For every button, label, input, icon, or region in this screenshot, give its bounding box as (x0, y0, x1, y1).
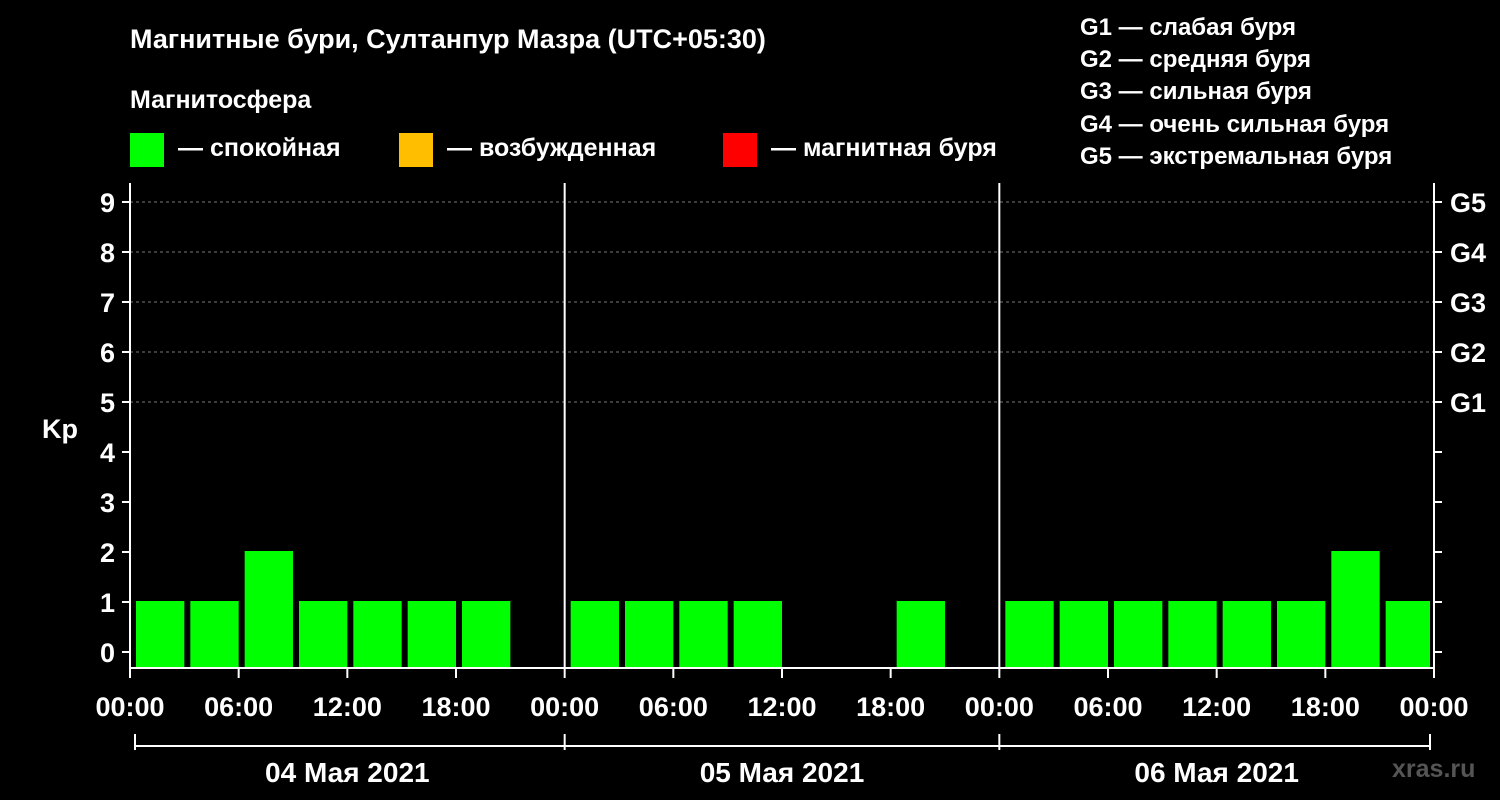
x-tick-label: 12:00 (1182, 692, 1251, 722)
kp-bar (299, 601, 348, 668)
y-tick-label: 5 (100, 388, 115, 418)
kp-bar (1168, 601, 1217, 668)
kp-bar (1222, 601, 1271, 668)
y-tick-label: 9 (100, 188, 115, 218)
kp-bar (244, 551, 293, 668)
y-tick-label: 4 (100, 438, 115, 468)
day-label: 05 Мая 2021 (700, 757, 865, 788)
plot-frame (129, 183, 1435, 669)
y-tick-label: 3 (100, 488, 115, 518)
kp-bar (896, 601, 945, 668)
g-axis-label-g5: G5 (1450, 188, 1486, 218)
x-tick-label: 12:00 (747, 692, 816, 722)
y-tick-label: 7 (100, 288, 115, 318)
kp-bar (1059, 601, 1108, 668)
y-tick-label: 0 (100, 638, 115, 668)
y-tick-label: 1 (100, 588, 115, 618)
kp-bar (190, 601, 239, 668)
x-tick-label: 00:00 (95, 692, 164, 722)
x-tick-label: 18:00 (421, 692, 490, 722)
day-label: 06 Мая 2021 (1134, 757, 1299, 788)
kp-bar (1331, 551, 1380, 668)
kp-chart: 0 1 2 3 4 5 6 7 8 9 Kp G1 G2 G3 G4 G5 00:00 06:00 12:00 18:… (42, 183, 1486, 788)
x-tick-label: 18:00 (856, 692, 925, 722)
x-tick-label: 06:00 (1073, 692, 1142, 722)
x-tick-label: 00:00 (1399, 692, 1468, 722)
g-axis-label-g4: G4 (1450, 238, 1486, 268)
kp-bar (570, 601, 619, 668)
x-tick-label: 06:00 (204, 692, 273, 722)
x-tick-label: 00:00 (530, 692, 599, 722)
kp-bar (136, 601, 185, 668)
x-tick-label: 12:00 (313, 692, 382, 722)
kp-bar (1005, 601, 1054, 668)
kp-bar (407, 601, 456, 668)
watermark: xras.ru (1392, 755, 1476, 783)
x-tick-label: 06:00 (639, 692, 708, 722)
kp-bar (1114, 601, 1163, 668)
x-tick-label: 00:00 (965, 692, 1034, 722)
kp-bar (353, 601, 402, 668)
x-tick-label: 18:00 (1291, 692, 1360, 722)
kp-bar (462, 601, 511, 668)
kp-bar (733, 601, 782, 668)
g-axis-label-g2: G2 (1450, 338, 1486, 368)
kp-bar (1277, 601, 1326, 668)
kp-bar (625, 601, 674, 668)
g-axis-label-g3: G3 (1450, 288, 1486, 318)
kp-bar (1385, 601, 1430, 668)
day-label: 04 Мая 2021 (265, 757, 430, 788)
g-axis-label-g1: G1 (1450, 388, 1486, 418)
y-tick-label: 2 (100, 538, 115, 568)
y-axis-label: Kp (42, 414, 78, 444)
y-tick-label: 6 (100, 338, 115, 368)
y-tick-label: 8 (100, 238, 115, 268)
kp-bar (679, 601, 728, 668)
